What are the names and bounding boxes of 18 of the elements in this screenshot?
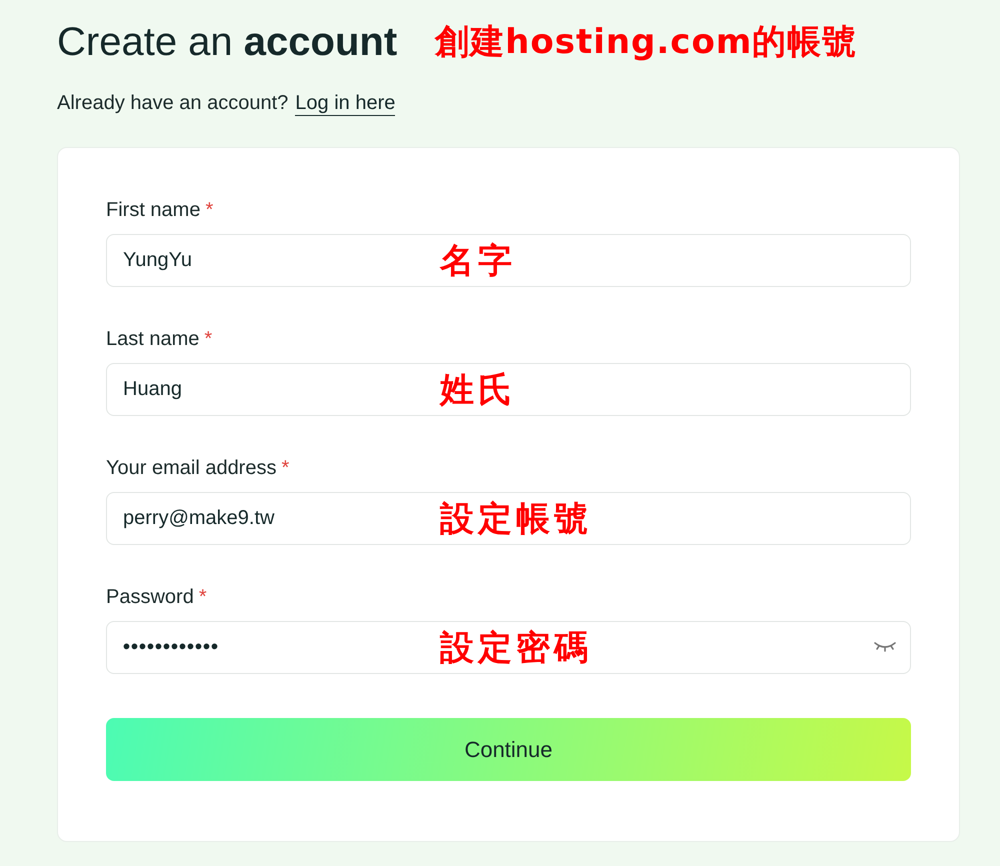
login-prompt: Already have an account? (57, 92, 288, 115)
hidden-eye-icon[interactable] (873, 640, 897, 654)
required-mark: * (205, 198, 214, 222)
login-link[interactable]: Log in here (295, 92, 396, 116)
field-label: Last name (106, 327, 200, 351)
required-mark: * (204, 327, 212, 351)
required-mark: * (281, 456, 290, 480)
required-mark: * (198, 585, 207, 609)
field-label: Your email address (106, 456, 276, 480)
continue-button[interactable]: Continue (106, 718, 911, 781)
annotation-text: 設定帳號 (440, 498, 592, 540)
field-label: First name (106, 198, 200, 222)
annotation-text: 創建hosting.com的帳號 (435, 21, 858, 64)
annotation-text: 名字 (440, 240, 516, 282)
page-title: Create an account (57, 20, 398, 64)
annotation-text: 設定密碼 (440, 626, 592, 670)
field-label: Password (106, 585, 194, 609)
annotation-text: 姓氏 (440, 368, 516, 412)
